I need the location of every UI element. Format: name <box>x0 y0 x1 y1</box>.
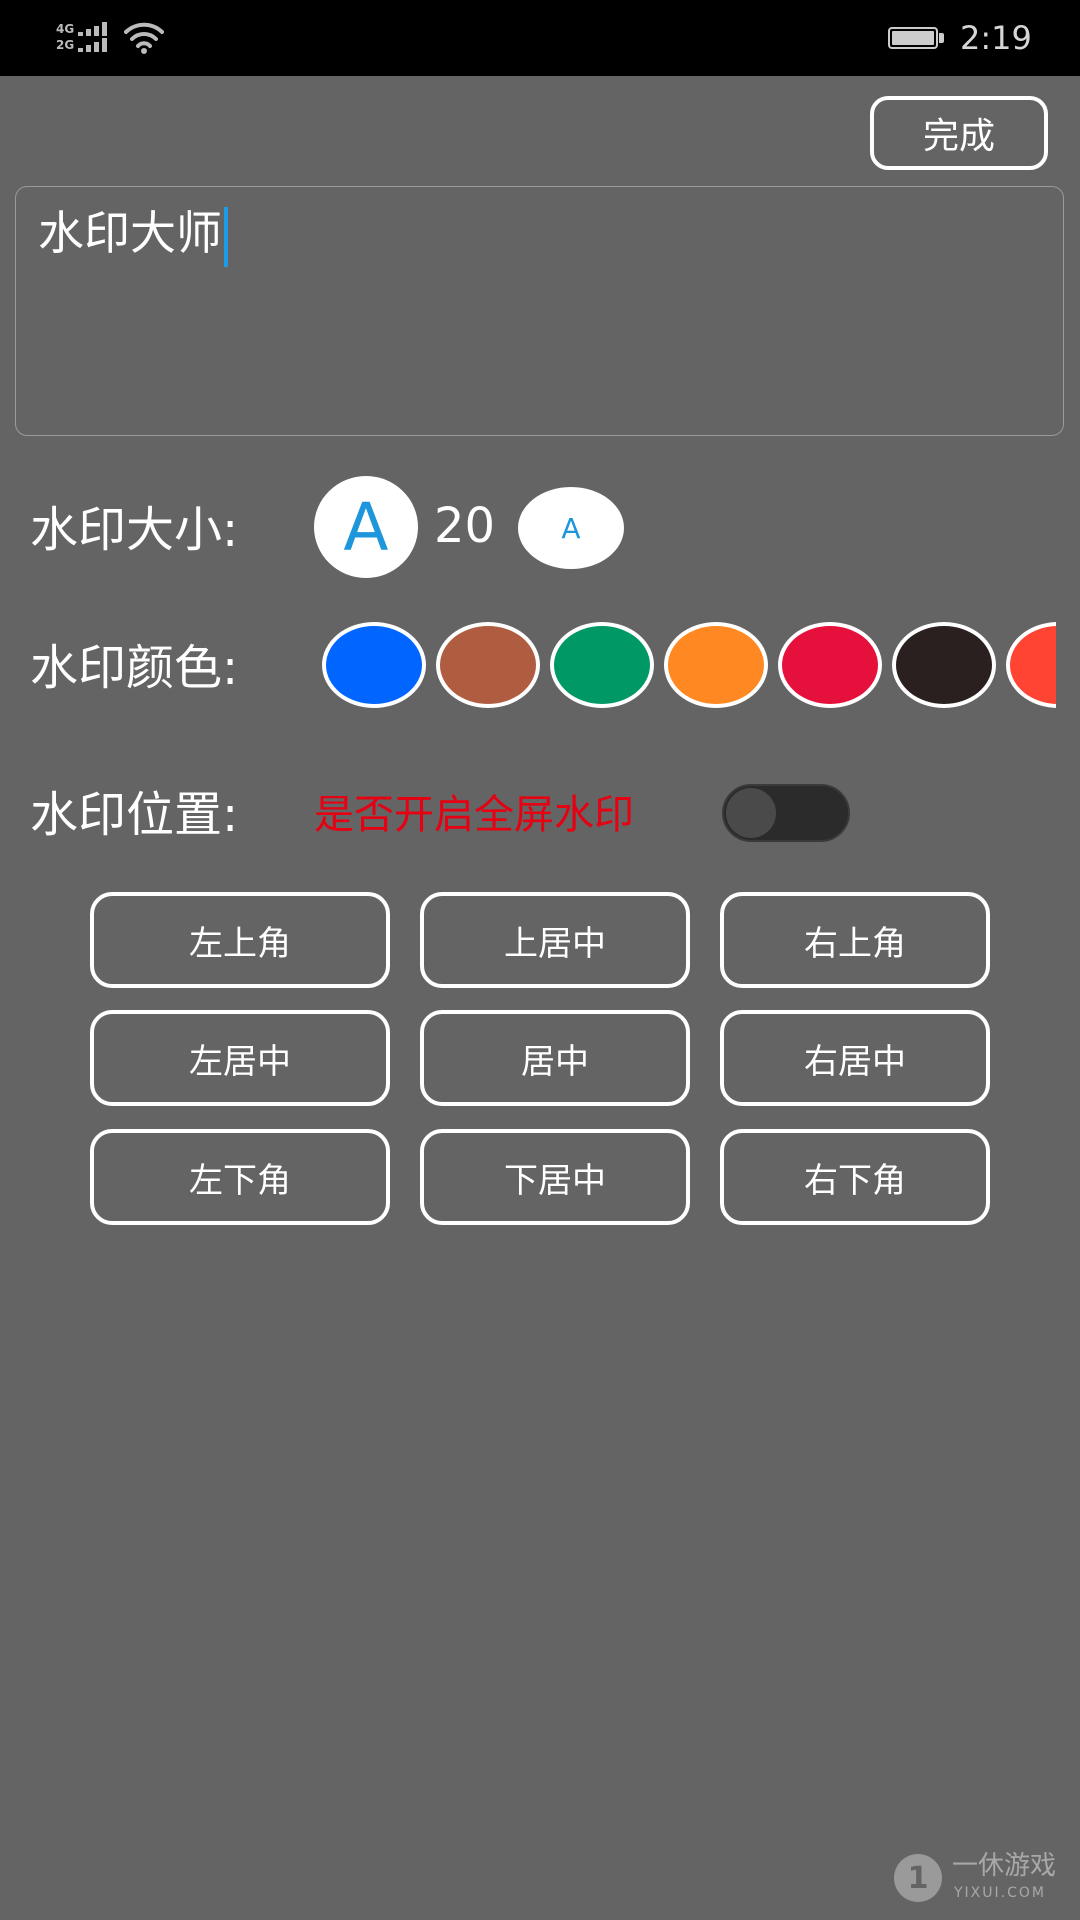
position-middle-right-button[interactable]: 右居中 <box>720 1010 990 1106</box>
network-type-bottom: 2G <box>56 38 75 52</box>
size-value: 20 <box>434 498 496 554</box>
signal-bars-top <box>78 22 114 36</box>
color-swatch-black[interactable] <box>892 622 996 708</box>
position-top-center-button[interactable]: 上居中 <box>420 892 690 988</box>
text-cursor <box>224 206 228 267</box>
position-bottom-right-button[interactable]: 右下角 <box>720 1129 990 1225</box>
status-bar: 4G 2G 2:19 <box>0 0 1080 76</box>
color-swatch-green[interactable] <box>550 622 654 708</box>
position-middle-left-button[interactable]: 左居中 <box>90 1010 390 1106</box>
color-swatch-blue[interactable] <box>322 622 426 708</box>
site-watermark-logo: 1 一休游戏 YIXUI.COM <box>890 1850 1070 1908</box>
position-label: 水印位置: <box>30 787 239 843</box>
position-top-left-button[interactable]: 左上角 <box>90 892 390 988</box>
site-logo-name: 一休游戏 <box>952 1851 1057 1881</box>
color-swatch-red[interactable] <box>1006 622 1056 708</box>
size-increase-button[interactable]: A <box>314 476 418 578</box>
color-swatch-orange[interactable] <box>664 622 768 708</box>
size-label: 水印大小: <box>30 502 239 558</box>
status-time: 2:19 <box>960 19 1032 57</box>
color-swatch-brown[interactable] <box>436 622 540 708</box>
color-label: 水印颜色: <box>30 640 239 696</box>
done-button[interactable]: 完成 <box>870 96 1048 170</box>
position-bottom-center-button[interactable]: 下居中 <box>420 1129 690 1225</box>
site-logo-icon: 1 <box>894 1854 942 1902</box>
battery-icon <box>888 27 946 51</box>
signal-bars-bottom <box>78 38 114 52</box>
fullscreen-watermark-label: 是否开启全屏水印 <box>314 792 634 838</box>
color-picker-strip[interactable] <box>322 620 1056 712</box>
position-center-button[interactable]: 居中 <box>420 1010 690 1106</box>
watermark-text-input[interactable]: 水印大师 <box>15 186 1064 436</box>
position-bottom-left-button[interactable]: 左下角 <box>90 1129 390 1225</box>
fullscreen-watermark-toggle[interactable] <box>722 784 850 842</box>
network-type-top: 4G <box>56 22 75 36</box>
cellular-signal-icon: 4G 2G <box>56 20 118 56</box>
color-swatch-crimson[interactable] <box>778 622 882 708</box>
size-decrease-button[interactable]: A <box>518 487 624 569</box>
position-top-right-button[interactable]: 右上角 <box>720 892 990 988</box>
watermark-text-value: 水印大师 <box>38 206 222 260</box>
toggle-knob <box>726 788 776 838</box>
site-logo-domain: YIXUI.COM <box>954 1885 1046 1901</box>
wifi-icon <box>124 22 164 54</box>
